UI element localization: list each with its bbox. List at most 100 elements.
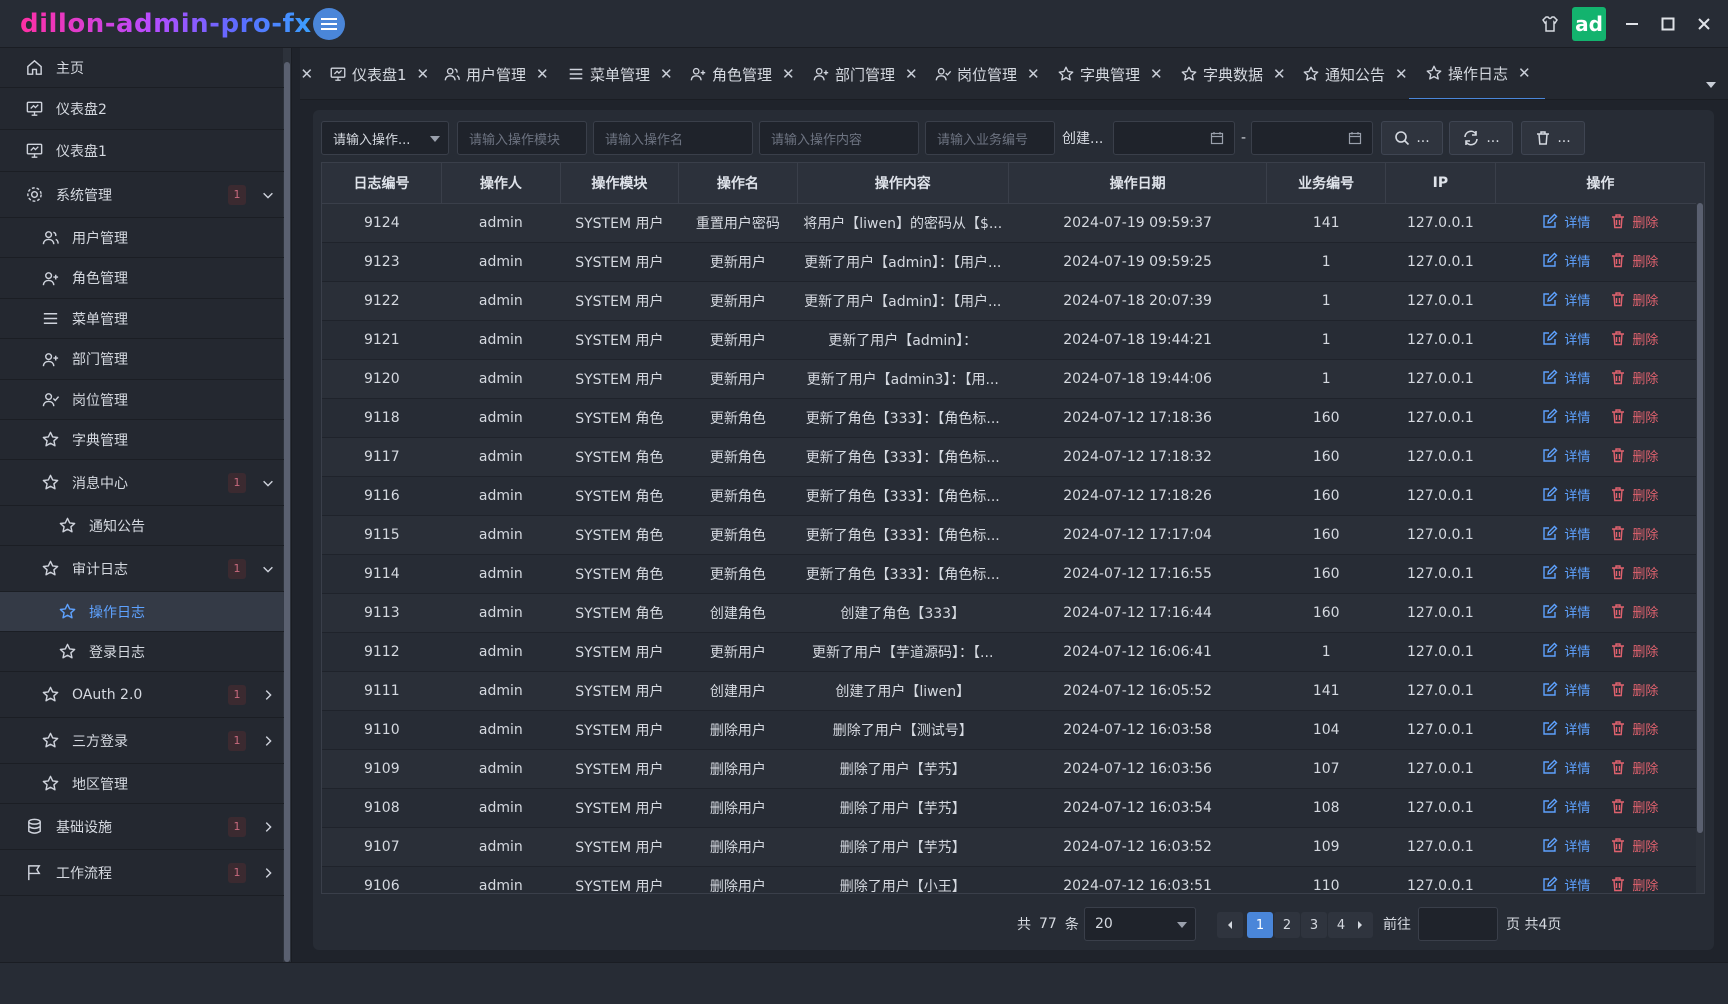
module-input[interactable]: 请输入操作模块 [457,121,587,155]
table-row[interactable]: 9124 admin SYSTEM 用户 重置用户密码 将用户【liwen】的密码从【$… [322,203,1704,243]
table-row[interactable]: 9122 admin SYSTEM 用户 更新用户 更新了用户【admin】：【用户..… [322,281,1704,321]
delete-button[interactable]: 删除 [1610,836,1658,855]
sidebar-item[interactable]: 基础设施 1 [0,804,284,850]
delete-button[interactable]: 删除 [1610,524,1658,543]
delete-button[interactable]: 删除 [1610,407,1658,426]
sidebar-item[interactable]: 主页 [0,48,284,88]
table-row[interactable]: 9109 admin SYSTEM 用户 删除用户 删除了用户【芋艿】 2024-07-1… [322,749,1704,789]
close-tab-icon[interactable]: ✕ [905,65,918,83]
detail-button[interactable]: 详情 [1542,485,1590,504]
delete-button[interactable]: 删除 [1610,368,1658,387]
column-header[interactable]: 操作内容 [797,163,1009,204]
table-row[interactable]: 9112 admin SYSTEM 用户 更新用户 更新了用户【芋道源码】：【... 20… [322,632,1704,672]
column-header[interactable]: 操作 [1495,163,1704,204]
chevron-down-icon[interactable] [260,187,276,203]
sidebar-item[interactable]: 地区管理 [0,764,284,804]
detail-button[interactable]: 详情 [1542,368,1590,387]
chevron-right-icon[interactable] [260,819,276,835]
table-row[interactable]: 9108 admin SYSTEM 用户 删除用户 删除了用户【芋艿】 2024-07-1… [322,788,1704,828]
chevron-right-icon[interactable] [260,687,276,703]
table-scrollbar[interactable] [1696,203,1704,893]
name-input[interactable]: 请输入操作名 [593,121,753,155]
sidebar-item[interactable]: OAuth 2.0 1 [0,672,284,718]
detail-button[interactable]: 详情 [1542,329,1590,348]
sidebar-item[interactable]: 系统管理 1 [0,172,284,218]
sidebar-item[interactable]: 仪表盘2 [0,88,284,130]
sidebar-scrollbar[interactable] [283,48,291,962]
delete-button[interactable]: 删除 [1610,446,1658,465]
tab[interactable]: 操作日志 ✕ [1409,48,1545,99]
page-size-select[interactable]: 20 [1084,907,1196,941]
delete-button[interactable]: 删除 [1610,563,1658,582]
close-tab-icon[interactable]: ✕ [1027,65,1040,83]
table-row[interactable]: 9118 admin SYSTEM 角色 更新角色 更新了角色【333】：【角色标...… [322,398,1704,438]
delete-button[interactable]: 删除 [1610,602,1658,621]
delete-button[interactable]: 删除 [1610,212,1658,231]
clear-button[interactable]: ... [1521,121,1585,155]
detail-button[interactable]: 详情 [1542,290,1590,309]
detail-button[interactable]: 详情 [1542,407,1590,426]
sidebar-item[interactable]: 字典管理 [0,420,284,460]
content-input[interactable]: 请输入操作内容 [759,121,919,155]
sidebar-item[interactable]: 三方登录 1 [0,718,284,764]
close-tab-icon[interactable]: ✕ [1150,65,1163,83]
sidebar-item[interactable]: 操作日志 [0,592,284,632]
detail-button[interactable]: 详情 [1542,719,1590,738]
operation-type-select[interactable]: 请输入操作... [321,121,449,155]
column-header[interactable]: 操作名 [678,163,798,204]
page-button[interactable]: 2 [1274,912,1300,938]
close-tab-icon[interactable]: ✕ [300,65,313,83]
column-header[interactable]: 操作日期 [1008,163,1268,204]
close-tab-icon[interactable]: ✕ [1395,65,1408,83]
column-header[interactable]: 日志编号 [322,163,443,204]
tabs-more-icon[interactable] [1704,78,1718,92]
delete-button[interactable]: 删除 [1610,758,1658,777]
detail-button[interactable]: 详情 [1542,602,1590,621]
menu-toggle-button[interactable] [313,8,345,40]
next-page-button[interactable] [1347,912,1373,938]
tab[interactable]: 角色管理 ✕ [689,48,795,99]
chevron-right-icon[interactable] [260,865,276,881]
table-row[interactable]: 9121 admin SYSTEM 用户 更新用户 更新了用户【admin】： 2024-… [322,320,1704,360]
sidebar-item[interactable]: 用户管理 [0,218,284,258]
close-tab-icon[interactable]: ✕ [417,65,430,83]
detail-button[interactable]: 详情 [1542,251,1590,270]
end-date-input[interactable] [1251,121,1373,155]
detail-button[interactable]: 详情 [1542,836,1590,855]
delete-button[interactable]: 删除 [1610,719,1658,738]
search-button[interactable]: ... [1381,121,1443,155]
delete-button[interactable]: 删除 [1610,797,1658,816]
delete-button[interactable]: 删除 [1610,290,1658,309]
detail-button[interactable]: 详情 [1542,680,1590,699]
page-button[interactable]: 1 [1247,912,1273,938]
table-row[interactable]: 9115 admin SYSTEM 角色 更新角色 更新了角色【333】：【角色标...… [322,515,1704,555]
close-window-button[interactable] [1686,0,1722,48]
sidebar-item[interactable]: 角色管理 [0,258,284,299]
tab[interactable]: 用户管理 ✕ [443,48,549,99]
detail-button[interactable]: 详情 [1542,758,1590,777]
table-scrollbar-thumb[interactable] [1697,203,1703,833]
detail-button[interactable]: 详情 [1542,875,1590,893]
detail-button[interactable]: 详情 [1542,641,1590,660]
tab[interactable]: 仪表盘1 ✕ [329,48,430,99]
table-row[interactable]: 9120 admin SYSTEM 用户 更新用户 更新了用户【admin3】：【用..… [322,359,1704,399]
close-tab-icon[interactable]: ✕ [1518,64,1531,82]
tab[interactable]: 岗位管理 ✕ [934,48,1040,99]
column-header[interactable]: 业务编号 [1266,163,1386,204]
reset-button[interactable]: ... [1449,121,1513,155]
delete-button[interactable]: 删除 [1610,329,1658,348]
table-row[interactable]: 9111 admin SYSTEM 用户 创建用户 创建了用户【liwen】 2024-0… [322,671,1704,711]
sidebar-item[interactable]: 工作流程 1 [0,850,284,896]
maximize-button[interactable] [1650,0,1686,48]
tab[interactable]: 菜单管理 ✕ [567,48,673,99]
sidebar-item[interactable]: 登录日志 [0,632,284,672]
table-row[interactable]: 9117 admin SYSTEM 角色 更新角色 更新了角色【333】：【角色标...… [322,437,1704,477]
minimize-button[interactable] [1614,0,1650,48]
tab[interactable]: 字典管理 ✕ [1057,48,1163,99]
sidebar-item[interactable]: 消息中心 1 [0,460,284,506]
column-header[interactable]: IP [1385,163,1496,204]
tab[interactable]: 字典数据 ✕ [1180,48,1286,99]
detail-button[interactable]: 详情 [1542,212,1590,231]
sidebar-item[interactable]: 部门管理 [0,339,284,380]
table-row[interactable]: 9123 admin SYSTEM 用户 更新用户 更新了用户【admin】：【用户..… [322,242,1704,282]
